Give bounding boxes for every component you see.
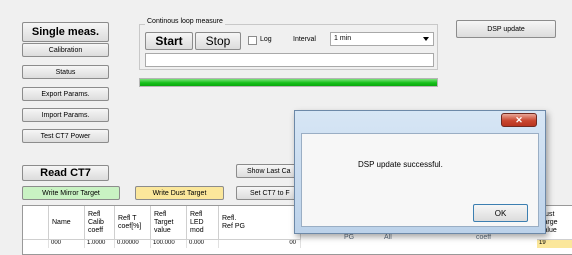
hidden-header-pg: PG	[344, 234, 355, 241]
dialog-message: DSP update successful.	[358, 160, 443, 169]
write-dust-target-button[interactable]: Write Dust Target	[135, 186, 224, 200]
table-cell-name[interactable]: 000	[49, 240, 85, 248]
log-checkbox[interactable]	[248, 36, 257, 45]
interval-value: 1 min	[334, 35, 352, 42]
table-cell-refl-led[interactable]: 0.000	[187, 240, 219, 248]
set-ct7-button[interactable]: Set CT7 to F	[236, 186, 300, 200]
col-header-refl-t-coef[interactable]: Refl T coef[%]	[115, 206, 151, 240]
export-params-button[interactable]: Export Params.	[22, 87, 109, 101]
row-header-column	[23, 206, 49, 240]
single-meas-button[interactable]: Single meas.	[22, 22, 109, 42]
interval-label: Interval	[293, 36, 316, 43]
col-header-refl-led-mod[interactable]: Refl LED mod	[187, 206, 219, 240]
stop-button[interactable]: Stop	[195, 32, 241, 50]
ok-button[interactable]: OK	[473, 204, 528, 222]
show-last-button[interactable]: Show Last Ca	[236, 164, 300, 178]
table-cell-refl-t[interactable]: 0.00000	[115, 240, 151, 248]
read-ct7-button[interactable]: Read CT7	[22, 165, 109, 181]
loop-progress-bar	[139, 78, 438, 87]
continuous-loop-title: Continous loop measure	[145, 18, 225, 25]
dialog-body: DSP update successful. OK	[301, 133, 539, 227]
interval-select[interactable]: 1 min	[330, 32, 434, 46]
log-label: Log	[260, 36, 272, 43]
import-params-button[interactable]: Import Params.	[22, 108, 109, 122]
calibration-button[interactable]: Calibration	[22, 43, 109, 57]
table-cell-refl-calib[interactable]: 1.0000	[85, 240, 115, 248]
hidden-header-all: All	[384, 234, 392, 241]
col-header-refl-target-value[interactable]: Refl Target value	[151, 206, 187, 240]
col-header-refl-calib-coeff[interactable]: Refl Calib coeff	[85, 206, 115, 240]
dsp-update-button[interactable]: DSP update	[456, 20, 556, 38]
table-cell-refl-ref-pg[interactable]: 00	[219, 240, 301, 248]
table-cell-row-header	[23, 240, 49, 248]
status-button[interactable]: Status	[22, 65, 109, 79]
loop-status-field[interactable]	[145, 53, 434, 67]
table-cell-refl-target[interactable]: 100.000	[151, 240, 187, 248]
loop-progress-fill	[140, 79, 437, 86]
table-cell-dust-target[interactable]: 19	[537, 240, 572, 248]
test-ct7-power-button[interactable]: Test CT7 Power	[22, 129, 109, 143]
col-header-name[interactable]: Name	[49, 206, 85, 240]
write-mirror-target-button[interactable]: Write Mirror Target	[22, 186, 120, 200]
chevron-down-icon	[423, 37, 429, 41]
col-header-refl-ref-pg[interactable]: Refl. Ref PG	[219, 206, 301, 240]
close-icon[interactable]: ✕	[501, 113, 537, 127]
start-button[interactable]: Start	[145, 32, 193, 50]
dsp-update-dialog: ✕ DSP update successful. OK	[294, 110, 546, 234]
hidden-header-coeff: coeff	[476, 234, 492, 241]
